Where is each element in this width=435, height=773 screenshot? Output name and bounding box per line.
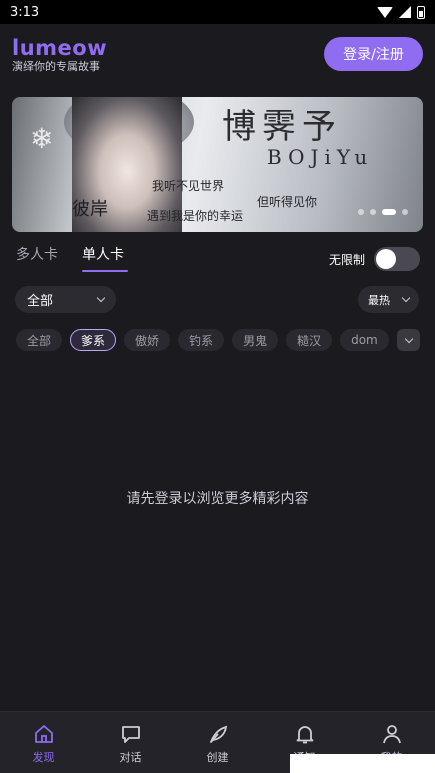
- toggle-knob: [376, 249, 396, 269]
- unlimited-label: 无限制: [328, 253, 365, 267]
- sort-dropdown-value: 最热: [368, 293, 390, 307]
- chip-hook[interactable]: 钓系: [178, 329, 225, 351]
- carousel-dot-active[interactable]: [382, 209, 396, 215]
- chip-all[interactable]: 全部: [16, 329, 63, 351]
- nav-label: 创建: [206, 751, 229, 764]
- carousel-dot[interactable]: [358, 209, 364, 215]
- category-dropdown[interactable]: 全部: [15, 286, 116, 313]
- header: lumeow 演绎你的专属故事 登录/注册: [0, 24, 435, 90]
- card-type-tabs: 多人卡 单人卡: [16, 244, 128, 272]
- carousel-dot[interactable]: [370, 209, 376, 215]
- chevron-down-icon: [401, 293, 411, 303]
- chip-rough[interactable]: 糙汉: [286, 329, 333, 351]
- unlimited-toggle[interactable]: [374, 247, 420, 271]
- bell-icon: [296, 726, 313, 744]
- chip-daddy[interactable]: 爹系: [70, 329, 117, 351]
- expand-tags-button[interactable]: [397, 329, 420, 351]
- battery-icon: [417, 5, 425, 19]
- app-logo: lumeow: [12, 36, 108, 60]
- chip-tsundere[interactable]: 傲娇: [124, 329, 171, 351]
- tab-multi[interactable]: 多人卡: [16, 244, 58, 272]
- chevron-down-icon: [96, 293, 106, 303]
- home-icon: [34, 725, 53, 743]
- status-time: 3:13: [10, 4, 40, 20]
- feather-icon: [209, 725, 227, 743]
- nav-chat[interactable]: 对话: [101, 722, 161, 765]
- app-subtitle: 演绎你的专属故事: [12, 60, 100, 73]
- nav-label: 发现: [32, 751, 55, 764]
- banner-line-1: 我听不见世界: [152, 179, 225, 193]
- person-icon: [382, 725, 401, 744]
- status-bar: 3:13: [0, 0, 435, 24]
- chip-dom[interactable]: dom: [340, 329, 389, 351]
- chat-icon: [121, 726, 140, 743]
- banner-carousel[interactable]: ❄ 博霁予 BOJiYu 我听不见世界 但听得见你 遇到我是你的幸运 彼岸: [12, 97, 423, 232]
- chevron-down-icon: [404, 334, 413, 343]
- snowflake-icon: ❄: [30, 122, 54, 155]
- status-icons: [377, 5, 425, 19]
- banner-line-2: 但听得见你: [257, 195, 318, 209]
- banner-signature: 彼岸: [72, 199, 108, 220]
- tab-single[interactable]: 单人卡: [82, 244, 128, 272]
- banner-latin: BOJiYu: [267, 145, 374, 169]
- wifi-icon: [377, 6, 393, 18]
- login-prompt-message: 请先登录以浏览更多精彩内容: [126, 491, 309, 507]
- login-register-button[interactable]: 登录/注册: [324, 37, 423, 71]
- signal-icon: [399, 6, 411, 18]
- category-dropdown-value: 全部: [27, 294, 54, 309]
- chip-ghost[interactable]: 男鬼: [232, 329, 279, 351]
- tag-chips: 全部 爹系 傲娇 钓系 男鬼 糙汉 dom: [16, 329, 389, 351]
- nav-discover[interactable]: 发现: [14, 722, 74, 765]
- overlay-strip: [290, 754, 435, 773]
- nav-create[interactable]: 创建: [188, 722, 248, 765]
- banner-line-3: 遇到我是你的幸运: [147, 209, 244, 223]
- banner-title: 博霁予: [222, 107, 342, 147]
- nav-label: 对话: [119, 751, 142, 764]
- sort-dropdown[interactable]: 最热: [358, 286, 419, 313]
- app-screen: 3:13 lumeow 演绎你的专属故事 登录/注册 ❄ 博霁予 BOJiYu …: [0, 0, 435, 773]
- carousel-dots: [358, 209, 408, 215]
- carousel-dot[interactable]: [402, 209, 408, 215]
